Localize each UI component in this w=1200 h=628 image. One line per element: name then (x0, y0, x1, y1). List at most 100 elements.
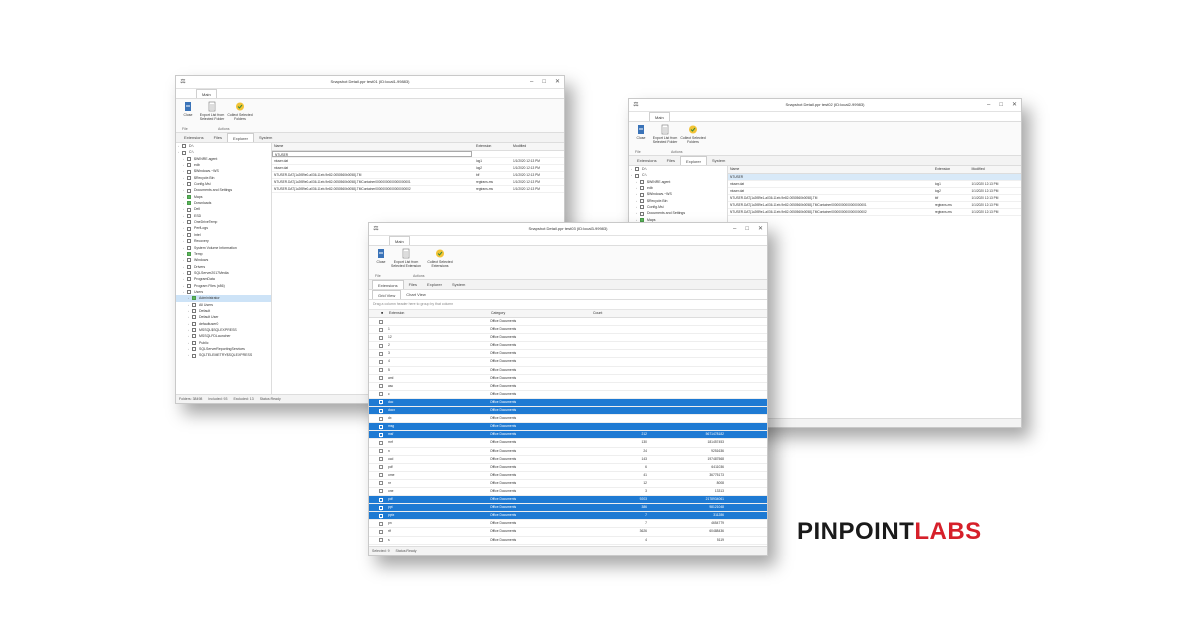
row-checkbox[interactable] (379, 465, 383, 470)
tab-system[interactable]: System (447, 280, 470, 289)
tree-checkbox[interactable] (187, 245, 191, 250)
row-checkbox[interactable] (379, 521, 383, 526)
tab-files[interactable]: Files (404, 280, 422, 289)
maximize-icon[interactable]: □ (542, 76, 546, 88)
table-row[interactable]: 3 Office Documents (369, 350, 767, 359)
ribbon-tab-main[interactable]: Main (196, 89, 217, 98)
collect-extensions-button[interactable]: Collect Selected Extensions (425, 248, 455, 268)
table-row[interactable]: ✓ msf Office Documents 212 5671478182 (369, 431, 767, 440)
tree-checkbox[interactable] (187, 194, 191, 199)
table-row[interactable]: c Office Documents (369, 391, 767, 399)
row-checkbox[interactable] (379, 392, 383, 397)
tree-checkbox[interactable] (640, 198, 644, 203)
table-row[interactable]: aml Office Documents (369, 375, 767, 383)
tree-checkbox[interactable] (640, 192, 644, 197)
table-row[interactable]: 4 Office Documents (369, 358, 767, 367)
tree-checkbox[interactable] (192, 309, 196, 314)
row-checkbox[interactable]: ✓ (379, 497, 383, 504)
tree-checkbox[interactable] (182, 150, 186, 155)
tree-checkbox[interactable] (187, 207, 191, 212)
tree-checkbox[interactable] (192, 334, 196, 339)
close-icon[interactable]: ✕ (1012, 99, 1017, 111)
table-row[interactable]: ntuser.dat log1 1/1/2020 12:13 PM (728, 181, 1021, 188)
row-checkbox[interactable]: ✓ (379, 424, 383, 431)
col-extension[interactable]: Extension (387, 310, 489, 317)
col-modified[interactable]: Modified (511, 143, 563, 150)
maximize-icon[interactable]: □ (745, 223, 749, 235)
tree-checkbox[interactable] (187, 226, 191, 231)
table-row[interactable]: ntuser.dat log1 1/1/2020 12:13 PM (272, 158, 564, 165)
table-row[interactable]: one Office Documents 3 13313 (369, 488, 767, 497)
tab-extensions[interactable]: Extensions (179, 133, 209, 142)
table-row[interactable]: ✓ msg Office Documents (369, 423, 767, 432)
tree-checkbox[interactable] (640, 211, 644, 216)
tab-files[interactable]: Files (209, 133, 227, 142)
maximize-icon[interactable]: □ (999, 99, 1003, 111)
export-list-button[interactable]: Export List from Selected Folder (651, 124, 679, 144)
tab-grid-view[interactable]: Grid View (372, 290, 402, 299)
tree-checkbox[interactable] (635, 167, 639, 172)
table-row[interactable]: 5 Office Documents (369, 367, 767, 375)
name-filter-input[interactable]: NTUSER (272, 151, 472, 157)
minimize-icon[interactable]: – (987, 99, 990, 111)
collect-folders-button[interactable]: Collect Selected Folders (679, 124, 707, 144)
tree-checkbox[interactable] (187, 252, 191, 257)
table-row[interactable]: NTUSER.DAT{1c2f89e1-a036-11eb-9e82-00505… (728, 202, 1021, 209)
tree-checkbox[interactable] (192, 321, 196, 326)
row-checkbox[interactable] (379, 343, 383, 348)
tab-system[interactable]: System (254, 133, 277, 142)
tab-explorer[interactable]: Explorer (422, 280, 447, 289)
export-list-button[interactable]: Export List from Selected Folder (198, 101, 226, 121)
row-checkbox[interactable] (379, 376, 383, 381)
table-row[interactable]: ✓ doc Office Documents (369, 398, 767, 408)
row-checkbox[interactable]: ✓ (379, 432, 383, 439)
table-row[interactable]: dx Office Documents (369, 415, 767, 424)
row-checkbox[interactable] (379, 449, 383, 453)
row-checkbox[interactable] (379, 359, 383, 364)
col-count[interactable]: Count (591, 310, 663, 317)
tree-checkbox[interactable] (187, 220, 191, 225)
tab-system[interactable]: System (707, 156, 730, 165)
table-row[interactable]: ✓ ppt Office Documents 386 98121048 (369, 504, 767, 513)
col-name[interactable]: Name (728, 166, 933, 173)
close-button[interactable]: Close (176, 101, 200, 117)
tab-explorer[interactable]: Explorer (680, 156, 707, 165)
close-button[interactable]: Close (369, 248, 393, 264)
table-row[interactable]: NTUSER.DAT{1c2f89e1-a036-11eb-9e82-00505… (728, 209, 1021, 216)
tree-checkbox[interactable] (187, 182, 191, 187)
tree-checkbox[interactable] (635, 173, 639, 178)
tree-checkbox[interactable] (192, 296, 196, 301)
table-row[interactable]: ✓ pdf Office Documents 9203 2178934061 (369, 496, 767, 505)
table-row[interactable]: s Office Documents 4 5119 (369, 537, 767, 545)
tree-checkbox[interactable] (192, 302, 196, 307)
table-row[interactable]: ✓ pptx Office Documents 7 311286 (369, 512, 767, 521)
tab-files[interactable]: Files (662, 156, 680, 165)
tree-checkbox[interactable] (187, 258, 191, 263)
table-row[interactable]: NTUSER.DAT{1c2f89e0-a036-11eb-9e82-00505… (272, 179, 564, 186)
table-row[interactable]: NTUSER.DAT{1c2f89e0-a036-11eb-9e82-00505… (272, 172, 564, 179)
table-row[interactable]: ntuser.dat log2 1/1/2020 12:13 PM (272, 165, 564, 172)
row-checkbox[interactable] (379, 384, 383, 389)
tree-checkbox[interactable] (187, 169, 191, 174)
row-checkbox[interactable] (379, 351, 383, 356)
tree-item[interactable]: ›SQLTELEMETRY$SQLEXPRESS (176, 352, 271, 358)
row-checkbox[interactable] (379, 538, 383, 543)
name-filter-input[interactable]: NTUSER (728, 174, 935, 180)
table-row[interactable]: mrf Office Documents 130 181457453 (369, 439, 767, 448)
tree-checkbox[interactable] (187, 188, 191, 193)
table-row[interactable]: nr Office Documents 12 8008 (369, 480, 767, 488)
row-checkbox[interactable] (379, 440, 383, 445)
tree-checkbox[interactable] (187, 264, 191, 269)
tree-checkbox[interactable] (187, 277, 191, 282)
tab-extensions[interactable]: Extensions (372, 280, 404, 289)
row-checkbox[interactable] (379, 319, 383, 324)
col-extension[interactable]: Extension (933, 166, 970, 173)
tree-checkbox[interactable] (187, 271, 191, 276)
table-row[interactable]: NTUSER.DAT{1c2f89e0-a036-11eb-9e82-00505… (272, 186, 564, 193)
table-row[interactable]: pn Office Documents 7 4654779 (369, 520, 767, 529)
table-row[interactable]: ntuser.dat log2 1/1/2020 12:13 PM (728, 188, 1021, 195)
tree-checkbox[interactable] (187, 213, 191, 218)
tree-checkbox[interactable] (192, 340, 196, 345)
row-checkbox[interactable]: ✓ (379, 408, 383, 415)
tree-checkbox[interactable] (192, 315, 196, 320)
